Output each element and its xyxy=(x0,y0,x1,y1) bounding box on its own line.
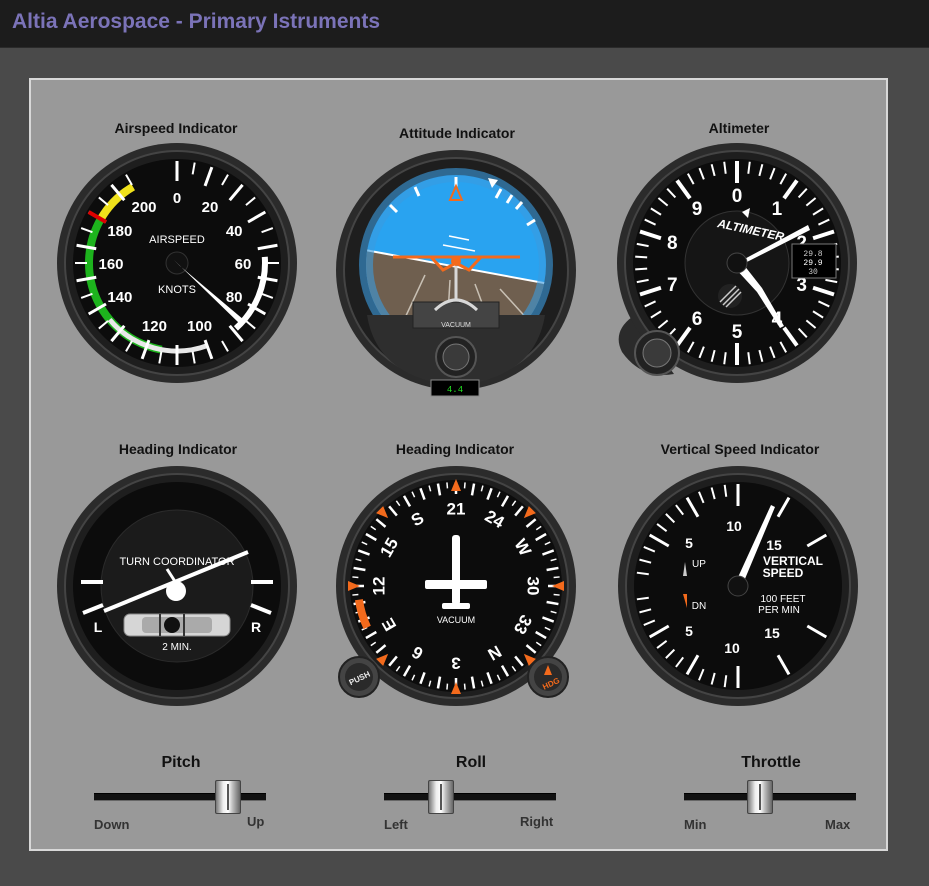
throttle-label: Throttle xyxy=(741,754,801,771)
heading-tick xyxy=(553,576,560,579)
hdg-knob[interactable]: HDG xyxy=(527,656,569,698)
heading-card-label: 21 xyxy=(447,499,466,518)
airspeed-scale-label: 80 xyxy=(226,289,243,306)
vsi-scale-up-15: 15 xyxy=(766,537,782,553)
vsi-scale-down-15: 15 xyxy=(764,625,780,641)
attitude-indicator: VACUUM 4.4 xyxy=(336,150,576,397)
heading-card-label: 12 xyxy=(369,577,388,596)
vertical-speed-indicator: 5 10 15 5 10 15 VERTICAL SPEED 100 FEET … xyxy=(618,466,858,706)
kollsman-value-2: 29.9 xyxy=(803,259,822,268)
heading-vacuum-text: VACUUM xyxy=(437,615,475,625)
airspeed-scale-label: 160 xyxy=(98,256,123,273)
heading-indicator: N36E1215S 21 24W3033 VACUUM PUSH HDG xyxy=(336,466,576,706)
roll-slider-track[interactable] xyxy=(384,793,556,801)
two-minute-label: 2 MIN. xyxy=(162,642,191,653)
roll-label: Roll xyxy=(455,754,487,771)
heading-tick xyxy=(553,593,560,596)
airspeed-scale-label: 0 xyxy=(173,190,181,207)
vsi-scale-up-10: 10 xyxy=(726,518,742,534)
roll-max-label: Right xyxy=(520,814,554,829)
airspeed-scale-label: 40 xyxy=(226,223,243,240)
push-knob[interactable]: PUSH xyxy=(338,656,380,698)
heading-tick xyxy=(463,683,466,690)
title-bar: Altia Aerospace - Primary Istruments xyxy=(0,0,929,48)
airspeed-indicator: 0 20 40 60 80 100 120 140 160 180 200 AIRSPEED KNO… xyxy=(57,143,297,383)
turn-coordinator-label: Heading Indicator xyxy=(118,441,238,457)
heading-card-label: 30 xyxy=(524,577,543,596)
turn-left-label: L xyxy=(94,619,103,635)
airspeed-scale-label: 140 xyxy=(107,289,132,306)
vsi-face-line3: 100 FEET xyxy=(760,594,805,605)
heading-tick xyxy=(463,482,466,489)
altimeter-scale-label: 9 xyxy=(692,199,703,220)
heading-tick xyxy=(446,482,449,489)
airspeed-scale-label: 100 xyxy=(187,318,212,335)
knots-face-text: KNOTS xyxy=(158,284,196,296)
airspeed-label: Airspeed Indicator xyxy=(114,120,238,136)
turn-coordinator: TURN COORDINATOR L R 2 MIN. xyxy=(57,466,297,706)
airspeed-scale-label: 20 xyxy=(202,199,219,216)
altimeter-scale-label: 8 xyxy=(667,233,678,254)
altimeter-label: Altimeter xyxy=(708,120,770,136)
pitch-slider-thumb[interactable] xyxy=(215,780,242,814)
vsi-scale-up-5: 5 xyxy=(685,535,693,551)
altimeter-scale-label: 7 xyxy=(667,275,678,296)
altimeter-tick xyxy=(635,255,648,259)
throttle-min-label: Min xyxy=(684,817,707,832)
heading-tick xyxy=(352,593,359,596)
altimeter: 0123456789 ALTIMETER 29.8 29.9 30 xyxy=(617,143,857,383)
attitude-label: Attitude Indicator xyxy=(399,125,515,141)
heading-tick xyxy=(446,683,449,690)
roll-slider-thumb[interactable] xyxy=(427,780,454,814)
airspeed-scale-label: 120 xyxy=(142,318,167,335)
heading-tick xyxy=(352,576,359,579)
vsi-scale-down-10: 10 xyxy=(724,640,740,656)
vsi-face-line4: PER MIN xyxy=(758,605,800,616)
roll-min-label: Left xyxy=(384,817,408,832)
throttle-slider-thumb[interactable] xyxy=(746,780,773,814)
throttle-max-label: Max xyxy=(825,817,851,832)
vsi-scale-down-5: 5 xyxy=(685,623,693,639)
altimeter-tick xyxy=(635,267,648,271)
vsi-label: Vertical Speed Indicator xyxy=(660,441,820,457)
attitude-vacuum-text: VACUUM xyxy=(441,322,471,329)
vsi-face-line2: SPEED xyxy=(763,566,804,580)
app-title: Altia Aerospace - Primary Istruments xyxy=(12,10,381,33)
pitch-min-label: Down xyxy=(94,817,130,832)
kollsman-value-1: 29.8 xyxy=(803,250,822,259)
kollsman-value-3: 30 xyxy=(808,268,818,277)
turn-right-label: R xyxy=(251,619,261,635)
heading-card-label: 3 xyxy=(451,654,460,673)
heading-indicator-label: Heading Indicator xyxy=(395,441,515,457)
pitch-label: Pitch xyxy=(161,754,201,771)
vsi-dn-label: DN xyxy=(692,601,706,612)
altimeter-scale-label: 0 xyxy=(732,186,743,207)
airspeed-face-text: AIRSPEED xyxy=(149,234,205,246)
altimeter-scale-label: 1 xyxy=(772,199,783,220)
altimeter-scale-label: 6 xyxy=(692,309,703,330)
vsi-up-label: UP xyxy=(692,559,706,570)
airspeed-scale-label: 200 xyxy=(131,199,156,216)
pitch-max-label: Up xyxy=(247,814,265,829)
airspeed-scale-label: 180 xyxy=(107,223,132,240)
airspeed-scale-label: 60 xyxy=(235,256,252,273)
altimeter-scale-label: 5 xyxy=(732,322,743,343)
attitude-readout: 4.4 xyxy=(447,385,463,395)
